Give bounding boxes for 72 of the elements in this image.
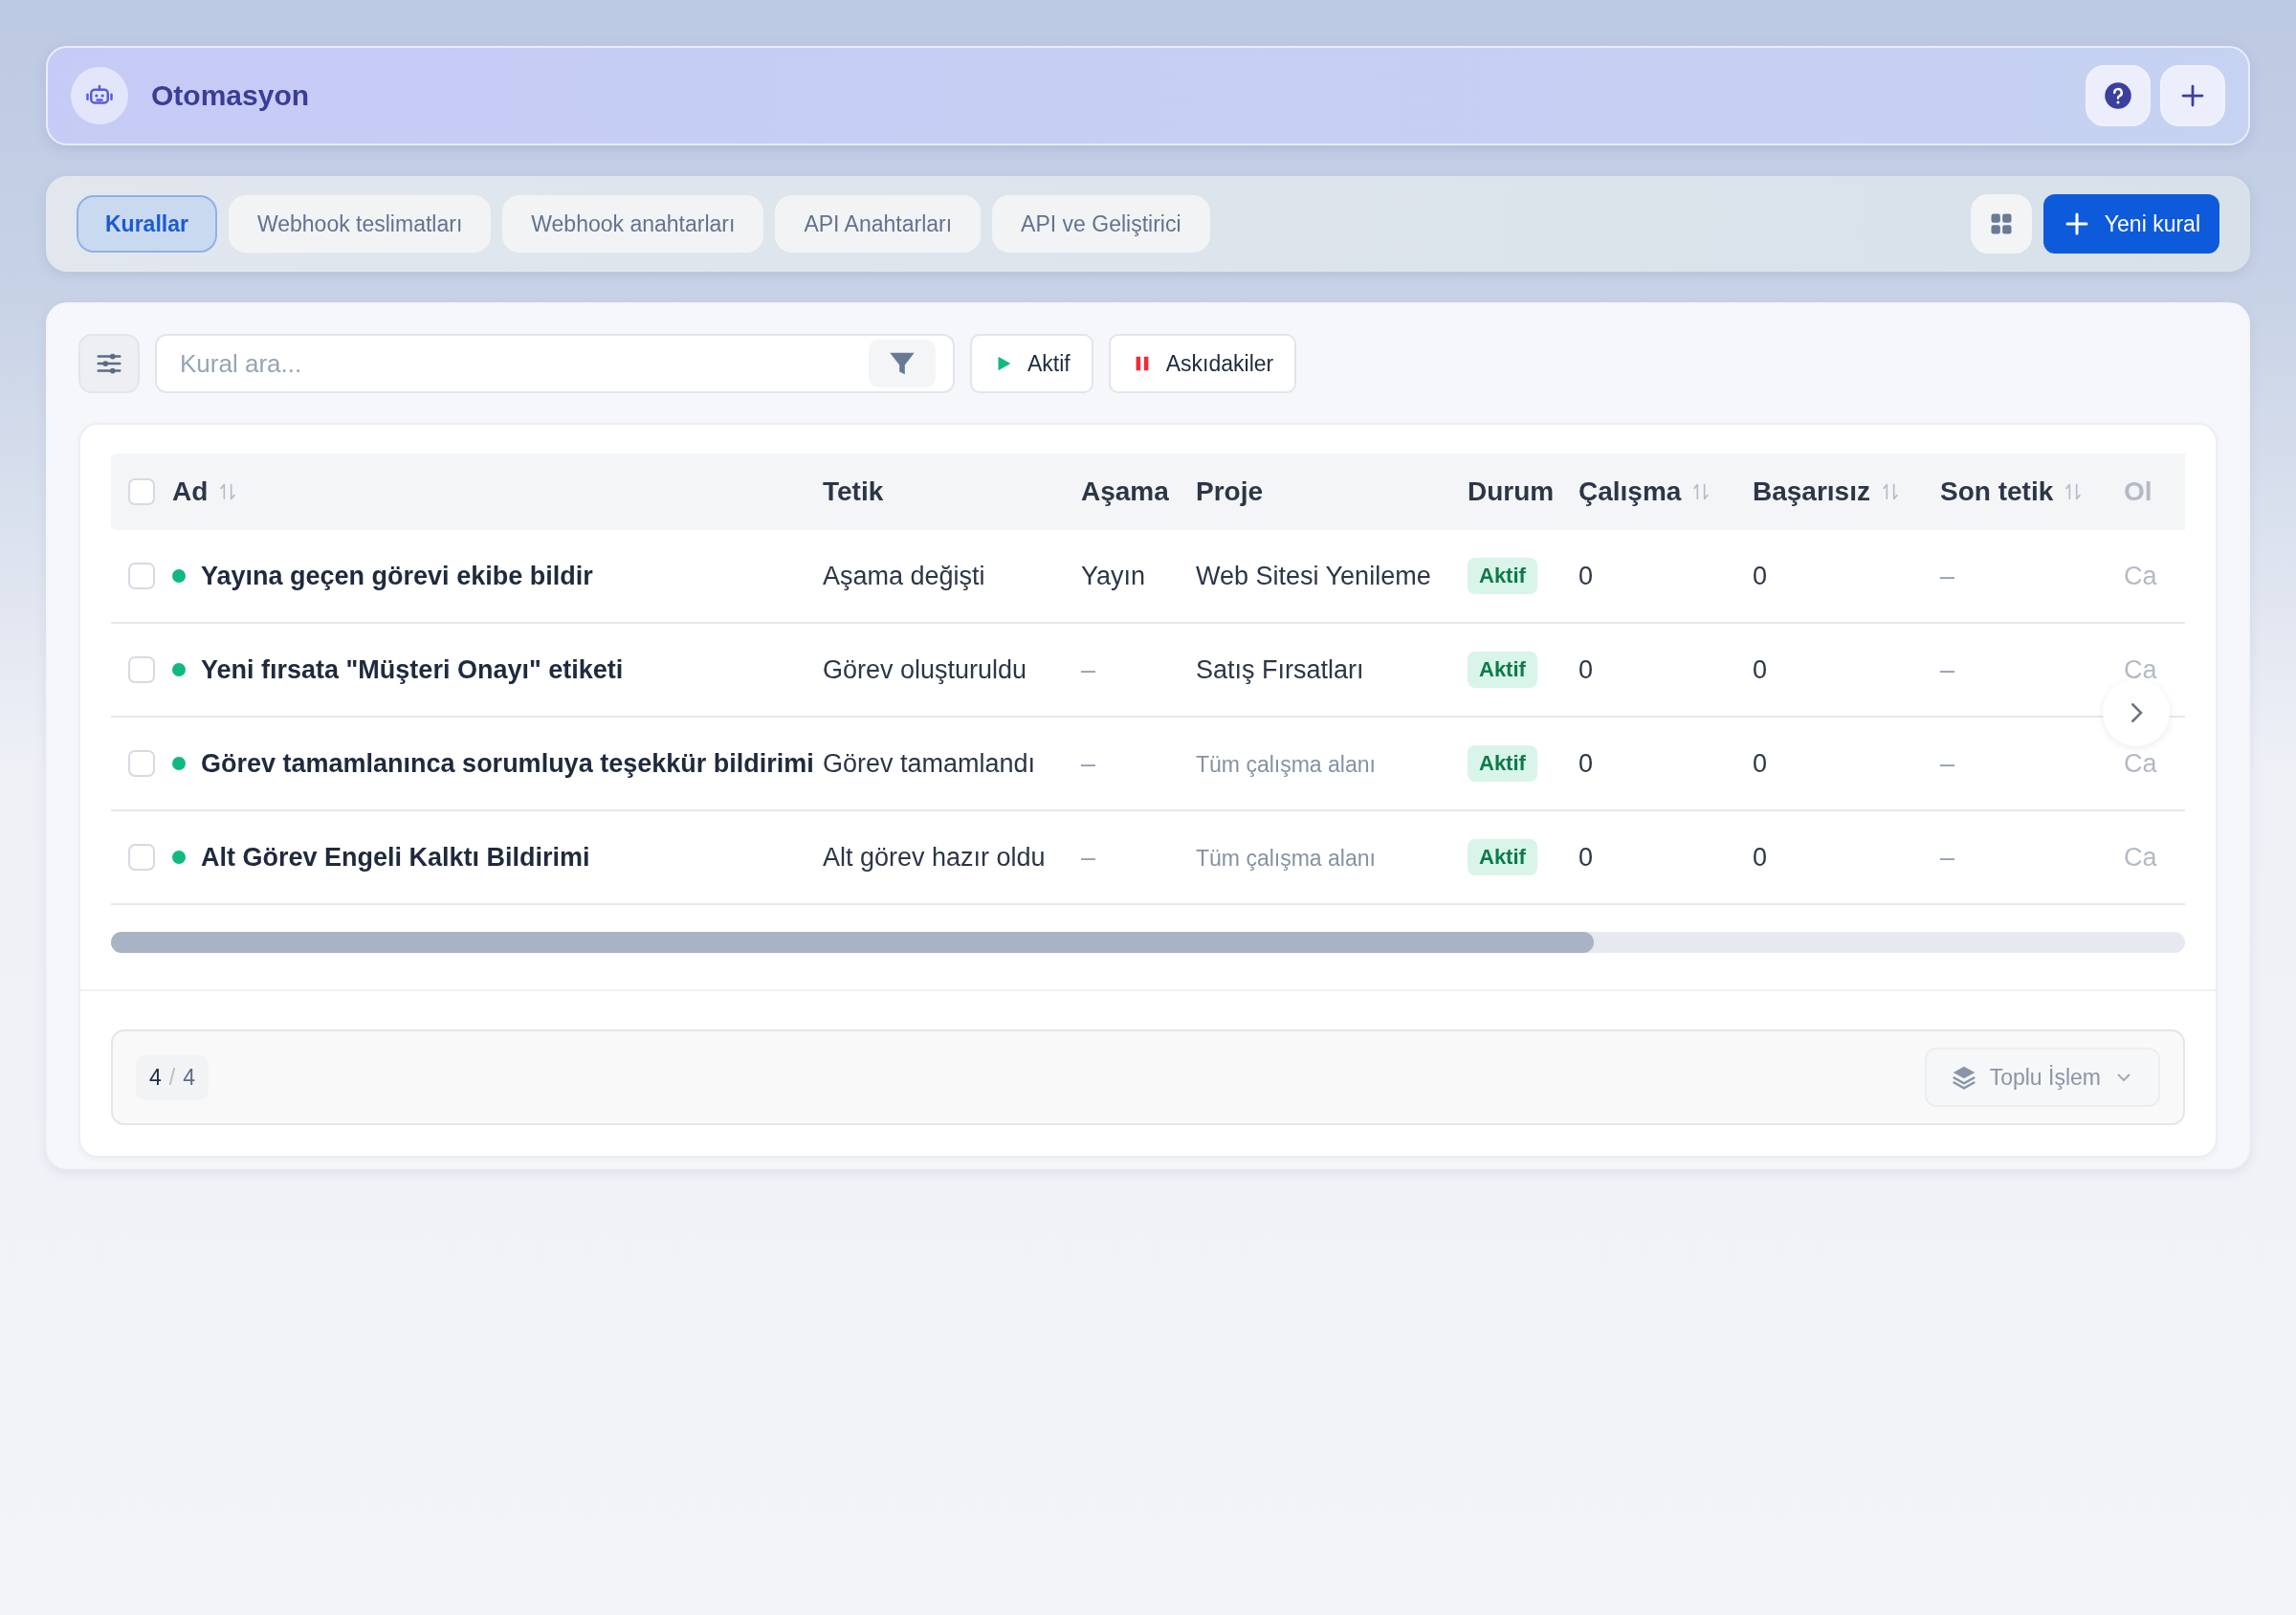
column-header: Aşama: [1081, 476, 1169, 507]
table-cell: 0: [1578, 748, 1594, 778]
table-cell: –: [1940, 561, 1955, 590]
rule-name: Görev tamamlanınca sorumluya teşekkür bildirimi: [201, 748, 814, 779]
table-cell: –: [1081, 842, 1096, 872]
status-badge: Aktif: [1468, 558, 1537, 594]
add-button[interactable]: [2160, 65, 2225, 126]
help-icon: [2104, 81, 2132, 110]
tab[interactable]: Webhook anahtarları: [502, 195, 764, 253]
tab[interactable]: API ve Geliştirici: [992, 195, 1210, 253]
horizontal-scrollbar[interactable]: [111, 932, 2185, 953]
status-dot: [172, 757, 186, 770]
tab[interactable]: Kurallar: [77, 195, 217, 253]
column-header: Proje: [1196, 476, 1264, 507]
filter-button[interactable]: Askıdakiler: [1108, 334, 1297, 393]
table-cell: Web Sitesi Yenileme: [1196, 561, 1431, 590]
new-rule-button[interactable]: Yeni kural: [2042, 194, 2219, 254]
column-header: Ol: [2124, 476, 2152, 507]
table-cell: 0: [1578, 561, 1594, 590]
rule-name: Yayına geçen görevi ekibe bildir: [201, 561, 593, 591]
table-cell: 0: [1753, 842, 1768, 872]
column-header[interactable]: Son tetik: [1940, 476, 2085, 507]
table-cell: –: [1940, 748, 1955, 778]
tab[interactable]: API Anahtarları: [775, 195, 982, 253]
status-badge: Aktif: [1468, 839, 1537, 875]
status-badge: Aktif: [1468, 745, 1537, 782]
status-badge: Aktif: [1468, 652, 1537, 688]
page-title: Otomasyon: [151, 79, 310, 112]
table-cell: Tüm çalışma alanı: [1196, 751, 1376, 777]
table-cell: Ca: [2124, 654, 2157, 684]
table-cell: –: [1081, 748, 1096, 778]
table-cell: Ca: [2124, 842, 2157, 872]
column-header[interactable]: Çalışma: [1578, 476, 1712, 507]
table-cell: Ca: [2124, 561, 2157, 590]
tab[interactable]: Webhook teslimatları: [228, 195, 492, 253]
filter-icon[interactable]: [869, 340, 936, 387]
table-cell: Görev oluşturuldu: [823, 654, 1027, 684]
row-checkbox[interactable]: [128, 750, 155, 777]
help-button[interactable]: [2086, 65, 2151, 126]
table-cell: Görev tamamlandı: [823, 748, 1036, 778]
table-cell: Satış Fırsatları: [1196, 654, 1364, 684]
table-cell: 0: [1578, 654, 1594, 684]
row-checkbox[interactable]: [128, 844, 155, 871]
table-cell: 0: [1753, 654, 1768, 684]
select-all-checkbox[interactable]: [128, 478, 155, 505]
filter-button[interactable]: Aktif: [970, 334, 1093, 393]
table-cell: –: [1940, 654, 1955, 684]
table-cell: –: [1940, 842, 1955, 872]
table-cell: Aşama değişti: [823, 561, 985, 590]
table-cell: Alt görev hazır oldu: [823, 842, 1046, 872]
table-cell: Yayın: [1081, 561, 1146, 590]
table-cell: 0: [1578, 842, 1594, 872]
row-checkbox[interactable]: [128, 563, 155, 589]
grid-view-button[interactable]: [1970, 194, 2032, 254]
status-dot: [172, 569, 186, 583]
rule-name: Yeni fırsata "Müşteri Onayı" etiketi: [201, 654, 624, 685]
search-field[interactable]: Kural ara...: [155, 334, 955, 393]
row-checkbox[interactable]: [128, 656, 155, 683]
table-cell: 0: [1753, 561, 1768, 590]
column-header: Durum: [1468, 476, 1555, 507]
column-header[interactable]: Ad: [172, 476, 239, 507]
column-header[interactable]: Başarısız: [1753, 476, 1901, 507]
column-header: Tetik: [823, 476, 884, 507]
table-cell: –: [1081, 654, 1096, 684]
settings-sliders-button[interactable]: [78, 334, 140, 393]
table-cell: Tüm çalışma alanı: [1196, 845, 1376, 871]
status-dot: [172, 663, 186, 676]
status-dot: [172, 851, 186, 864]
row-count-chip: 4 / 4: [136, 1054, 209, 1100]
rule-name: Alt Görev Engeli Kalktı Bildirimi: [201, 842, 590, 873]
table-cell: Ca: [2124, 748, 2157, 778]
table-cell: 0: [1753, 748, 1768, 778]
